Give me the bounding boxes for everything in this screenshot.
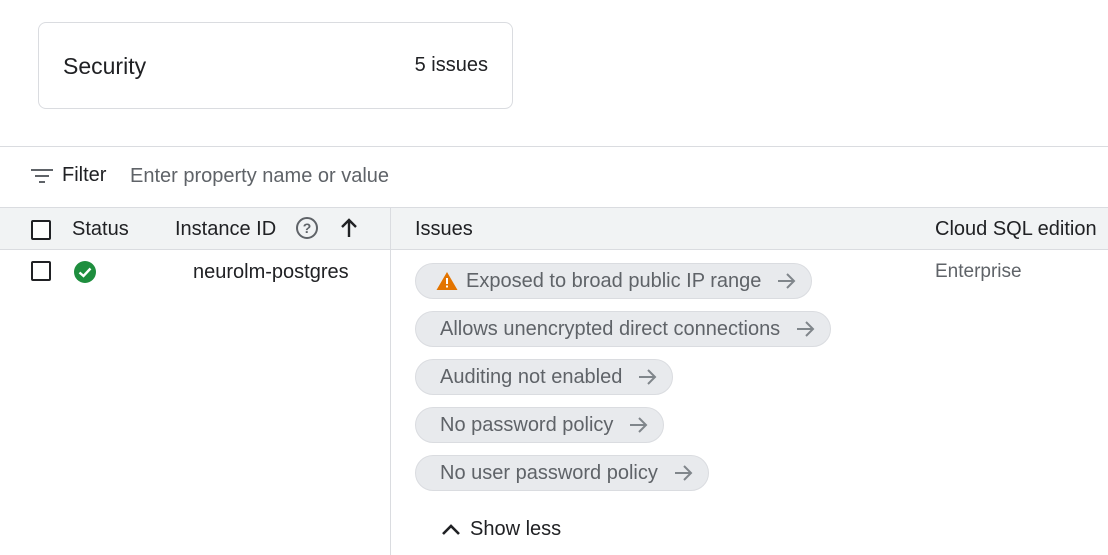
column-header-issues[interactable]: Issues: [415, 218, 473, 241]
arrow-right-icon: [797, 321, 815, 337]
issue-chip[interactable]: Allows unencrypted direct connections: [415, 311, 832, 347]
summary-issue-count: 5 issues: [414, 54, 488, 76]
issue-chip-label: No user password policy: [440, 461, 658, 484]
table-header: Status Instance ID ? Issues Cloud SQL ed…: [0, 207, 1108, 250]
check-circle-icon: [74, 261, 96, 283]
select-all-checkbox[interactable]: [31, 220, 51, 240]
arrow-right-icon: [778, 273, 796, 289]
column-header-status[interactable]: Status: [72, 218, 129, 241]
issue-chip-label: No password policy: [440, 413, 614, 436]
filter-bar: Filter: [0, 147, 1108, 207]
instance-id-link[interactable]: neurolm-postgres: [193, 261, 349, 284]
cloud-sql-edition-value: Enterprise: [935, 261, 1022, 282]
issue-chip[interactable]: No password policy: [415, 407, 665, 443]
arrow-right-icon: [674, 465, 693, 481]
issue-chip-label: Allows unencrypted direct connections: [440, 317, 781, 340]
summary-title: Security: [63, 53, 147, 79]
issue-chip[interactable]: No user password policy: [415, 455, 709, 491]
chevron-up-icon: [442, 523, 460, 535]
filter-input[interactable]: [130, 161, 630, 191]
filter-label[interactable]: Filter: [62, 164, 106, 187]
security-summary-card[interactable]: Security 5 issues: [38, 22, 513, 109]
filter-icon[interactable]: [31, 167, 53, 185]
row-checkbox[interactable]: [31, 261, 51, 281]
issue-chip-label: Auditing not enabled: [440, 365, 623, 388]
issue-chip[interactable]: Exposed to broad public IP range: [415, 263, 813, 299]
show-less-button[interactable]: Show less: [440, 518, 561, 541]
arrow-up-icon[interactable]: [337, 216, 361, 240]
arrow-right-icon: [630, 417, 648, 433]
show-less-label: Show less: [470, 518, 562, 540]
warning-icon: [436, 272, 458, 290]
column-header-instance-id[interactable]: Instance ID: [175, 218, 276, 241]
issue-chip[interactable]: Auditing not enabled: [415, 359, 674, 395]
issue-chip-label: Exposed to broad public IP range: [466, 269, 762, 292]
arrow-right-icon: [639, 369, 657, 385]
column-header-cloud-sql-edition[interactable]: Cloud SQL edition: [935, 218, 1097, 241]
column-divider: [390, 207, 391, 555]
help-icon[interactable]: ?: [296, 217, 318, 239]
